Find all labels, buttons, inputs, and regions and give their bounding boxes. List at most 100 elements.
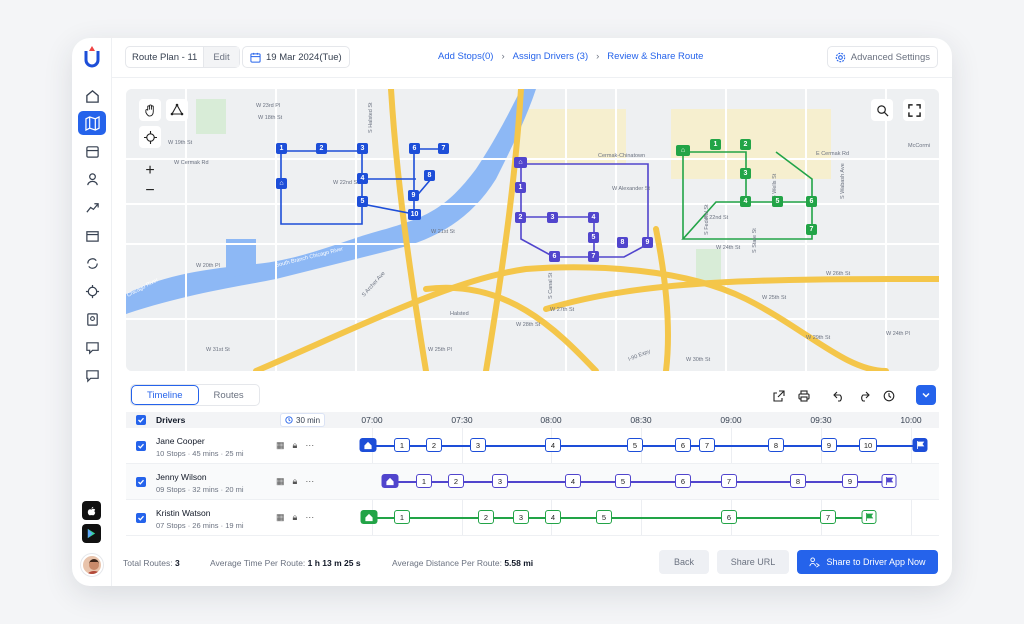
apple-store-icon[interactable] <box>82 501 101 520</box>
stop-node[interactable]: 5 <box>627 438 643 452</box>
lock-icon[interactable]: 🔒︎ <box>293 440 298 451</box>
stop-node[interactable]: 5 <box>596 510 612 524</box>
stop-node[interactable]: 9 <box>842 474 858 488</box>
more-icon[interactable]: ··· <box>305 476 314 487</box>
sidebar-target-icon[interactable] <box>78 279 106 303</box>
back-button[interactable]: Back <box>659 550 709 574</box>
driver-row[interactable]: Jane Cooper 10 Stops · 45 mins · 25 mi ▦… <box>126 428 939 464</box>
print-icon[interactable] <box>794 386 813 405</box>
share-url-button[interactable]: Share URL <box>717 550 789 574</box>
sidebar-analytics-icon[interactable] <box>78 195 106 219</box>
driver-row[interactable]: Kristin Watson 07 Stops · 26 mins · 19 m… <box>126 500 939 536</box>
calendar-icon[interactable]: ▦ <box>276 476 285 487</box>
polygon-tool-icon[interactable] <box>166 99 188 121</box>
stop-node[interactable]: 2 <box>426 438 442 452</box>
history-icon[interactable] <box>879 386 898 405</box>
zoom-out-icon[interactable]: − <box>145 182 154 200</box>
chevron-down-icon[interactable] <box>916 385 936 405</box>
purple-home-pin[interactable]: ⌂ <box>514 157 527 168</box>
stop-node[interactable]: 2 <box>478 510 494 524</box>
stop-node[interactable]: 6 <box>675 438 691 452</box>
stop-node[interactable]: 8 <box>790 474 806 488</box>
sidebar-map-icon[interactable] <box>78 111 106 135</box>
hand-icon[interactable] <box>139 99 161 121</box>
driver-checkbox[interactable] <box>136 513 146 523</box>
user-avatar[interactable] <box>81 554 103 576</box>
sidebar-calendar-icon[interactable] <box>78 139 106 163</box>
purple-stop-pin[interactable]: 3 <box>547 212 558 223</box>
purple-stop-pin[interactable]: 7 <box>588 251 599 262</box>
stop-node[interactable]: 1 <box>416 474 432 488</box>
calendar-icon[interactable]: ▦ <box>276 440 285 451</box>
step-review-share[interactable]: Review & Share Route <box>607 51 703 62</box>
undo-icon[interactable] <box>829 386 848 405</box>
blue-home-pin[interactable]: ⌂ <box>276 178 287 189</box>
fullscreen-icon[interactable] <box>903 99 925 121</box>
stop-node[interactable]: 9 <box>821 438 837 452</box>
driver-checkbox[interactable] <box>136 441 146 451</box>
stop-node[interactable]: 4 <box>565 474 581 488</box>
stop-node[interactable]: 6 <box>721 510 737 524</box>
more-icon[interactable]: ··· <box>305 440 314 451</box>
sidebar-store-icon[interactable] <box>78 223 106 247</box>
stop-node[interactable]: 4 <box>545 438 561 452</box>
green-stop-pin[interactable]: 4 <box>740 196 751 207</box>
stop-node[interactable]: 7 <box>699 438 715 452</box>
driver-row[interactable]: Jenny Wilson 09 Stops · 32 mins · 20 mi … <box>126 464 939 500</box>
sidebar-chat-icon[interactable] <box>78 363 106 387</box>
redo-icon[interactable] <box>854 386 873 405</box>
stop-node[interactable]: 1 <box>394 438 410 452</box>
stop-node[interactable]: 2 <box>448 474 464 488</box>
date-picker[interactable]: 19 Mar 2024(Tue) <box>242 46 350 68</box>
step-add-stops[interactable]: Add Stops(0) <box>438 51 493 62</box>
purple-stop-pin[interactable]: 6 <box>549 251 560 262</box>
sidebar-contacts-icon[interactable] <box>78 307 106 331</box>
stop-node[interactable]: 3 <box>513 510 529 524</box>
stop-node[interactable]: 7 <box>721 474 737 488</box>
blue-stop-pin[interactable]: 6 <box>409 143 420 154</box>
sidebar-sync-icon[interactable] <box>78 251 106 275</box>
stop-node[interactable]: 4 <box>545 510 561 524</box>
interval-selector[interactable]: 30 min <box>280 413 326 427</box>
blue-stop-pin[interactable]: 2 <box>316 143 327 154</box>
purple-stop-pin[interactable]: 4 <box>588 212 599 223</box>
sidebar-drivers-icon[interactable] <box>78 167 106 191</box>
green-stop-pin[interactable]: 2 <box>740 139 751 150</box>
blue-stop-pin[interactable]: 10 <box>408 209 421 220</box>
play-store-icon[interactable] <box>82 524 101 543</box>
tab-routes[interactable]: Routes <box>199 385 259 405</box>
lock-icon[interactable]: 🔒︎ <box>293 512 298 523</box>
blue-stop-pin[interactable]: 5 <box>357 196 368 207</box>
purple-stop-pin[interactable]: 8 <box>617 237 628 248</box>
sidebar-help-icon[interactable] <box>78 335 106 359</box>
more-icon[interactable]: ··· <box>305 512 314 523</box>
stop-node[interactable]: 3 <box>470 438 486 452</box>
tab-timeline[interactable]: Timeline <box>131 385 199 405</box>
stop-node[interactable]: 3 <box>492 474 508 488</box>
blue-stop-pin[interactable]: 7 <box>438 143 449 154</box>
green-stop-pin[interactable]: 6 <box>806 196 817 207</box>
green-stop-pin[interactable]: 1 <box>710 139 721 150</box>
green-stop-pin[interactable]: 7 <box>806 224 817 235</box>
blue-stop-pin[interactable]: 3 <box>357 143 368 154</box>
purple-stop-pin[interactable]: 2 <box>515 212 526 223</box>
green-stop-pin[interactable]: 3 <box>740 168 751 179</box>
export-icon[interactable] <box>769 386 788 405</box>
locate-icon[interactable] <box>139 126 161 148</box>
purple-stop-pin[interactable]: 1 <box>515 182 526 193</box>
stop-node[interactable]: 7 <box>820 510 836 524</box>
sidebar-home-icon[interactable] <box>78 84 106 108</box>
stop-node[interactable]: 8 <box>768 438 784 452</box>
zoom-in-icon[interactable]: + <box>145 162 154 180</box>
blue-stop-pin[interactable]: 1 <box>276 143 287 154</box>
stop-node[interactable]: 10 <box>859 438 877 452</box>
lock-icon[interactable]: 🔒︎ <box>293 476 298 487</box>
green-home-pin[interactable]: ⌂ <box>676 145 690 156</box>
stop-node[interactable]: 6 <box>675 474 691 488</box>
driver-checkbox[interactable] <box>136 477 146 487</box>
stop-node[interactable]: 1 <box>394 510 410 524</box>
step-assign-drivers[interactable]: Assign Drivers (3) <box>513 51 589 62</box>
share-driver-app-button[interactable]: Share to Driver App Now <box>797 550 938 574</box>
stop-node[interactable]: 5 <box>615 474 631 488</box>
blue-stop-pin[interactable]: 9 <box>408 190 419 201</box>
